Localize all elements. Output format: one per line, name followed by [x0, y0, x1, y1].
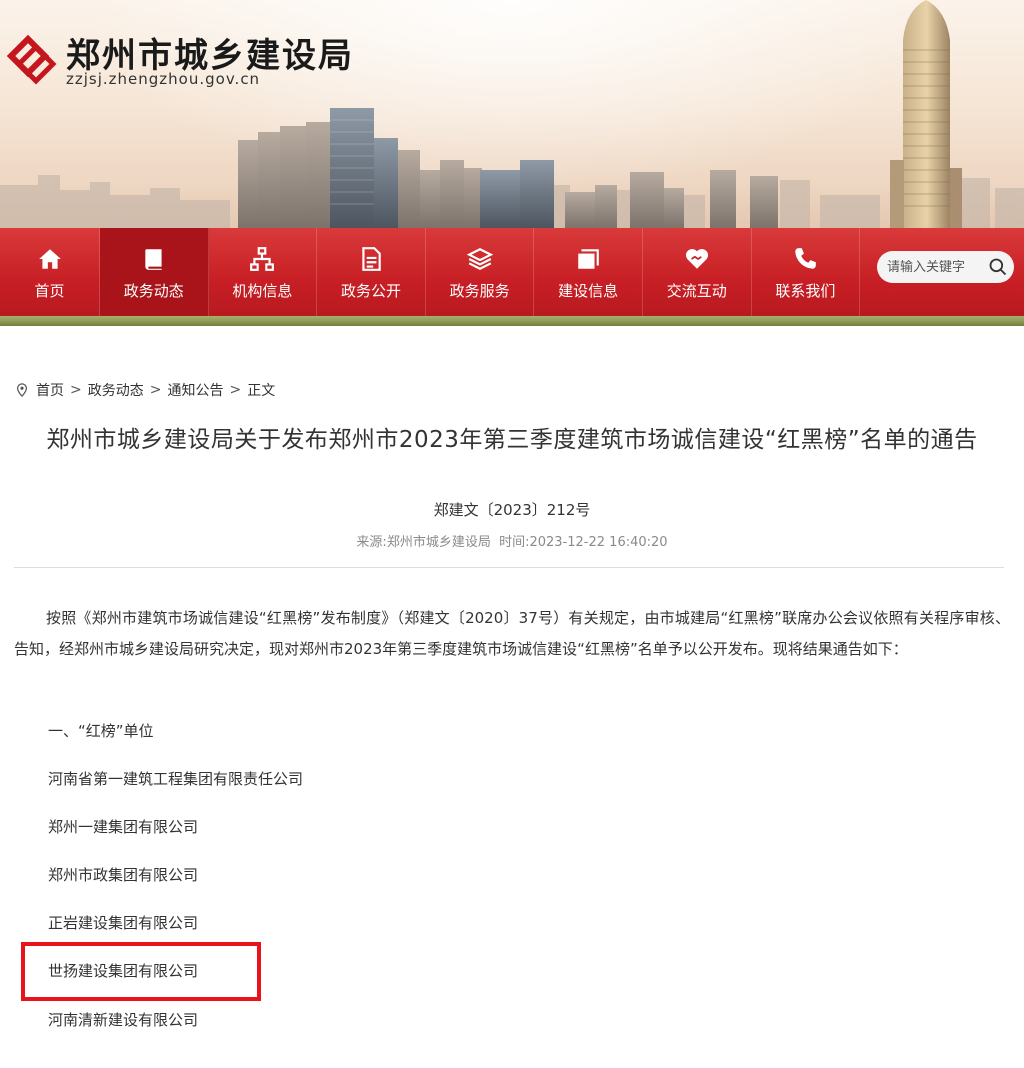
book-icon [139, 244, 169, 274]
article-meta: 来源:郑州市城乡建设局 时间:2023-12-22 16:40:20 [0, 531, 1024, 550]
heart-handshake-icon [682, 244, 712, 274]
highlight-annotation-box [21, 942, 261, 1001]
nav-item-interaction[interactable]: 交流互动 [643, 228, 752, 316]
list-item: 郑州一建集团有限公司 [48, 818, 199, 836]
time-label: 时间: [499, 535, 530, 550]
source-value: 郑州市城乡建设局 [386, 535, 491, 550]
article-title: 郑州市城乡建设局关于发布郑州市2023年第三季度建筑市场诚信建设“红黑榜”名单的… [46, 427, 978, 453]
layers-icon [465, 244, 495, 274]
content-divider [14, 567, 1004, 568]
nav-label: 联系我们 [775, 281, 836, 300]
nav-items: 首页 政务动态 机构信息 政务公开 政务服务 建设信息 交流互动 联系我们 [0, 228, 861, 316]
nav-item-news[interactable]: 政务动态 [100, 228, 209, 316]
list-item: 河南省第一建筑工程集团有限责任公司 [48, 770, 304, 788]
document-number: 郑建文〔2023〕212号 [433, 501, 591, 519]
list-item: 正岩建设集团有限公司 [48, 914, 199, 932]
nav-item-construction-info[interactable]: 建设信息 [534, 228, 643, 316]
banner-grass-strip [0, 316, 1024, 326]
phone-icon [790, 244, 820, 274]
nav-label: 政务动态 [123, 281, 184, 300]
document-icon [356, 244, 386, 274]
breadcrumb-home[interactable]: 首页 [36, 380, 64, 400]
nav-label: 政务服务 [449, 281, 510, 300]
site-domain: zzjsj.zhengzhou.gov.cn [66, 70, 261, 88]
list-item: 河南清新建设有限公司 [48, 1011, 199, 1029]
nav-item-services[interactable]: 政务服务 [426, 228, 535, 316]
search-input[interactable] [887, 259, 983, 275]
breadcrumb: 首页 > 政务动态 > 通知公告 > 正文 [16, 380, 275, 400]
nav-item-disclosure[interactable]: 政务公开 [317, 228, 426, 316]
org-chart-icon [247, 244, 277, 274]
site-banner: 郑州市城乡建设局 zzjsj.zhengzhou.gov.cn [0, 0, 1024, 228]
nav-item-organization[interactable]: 机构信息 [209, 228, 318, 316]
breadcrumb-separator: > [149, 382, 162, 398]
section-heading: 一、“红榜”单位 [48, 722, 154, 740]
nav-item-home[interactable]: 首页 [0, 228, 100, 316]
list-item: 郑州市政集团有限公司 [48, 866, 199, 884]
nav-item-contact[interactable]: 联系我们 [752, 228, 861, 316]
breadcrumb-separator: > [70, 382, 82, 398]
source-label: 来源: [356, 535, 387, 550]
breadcrumb-current: 正文 [247, 383, 276, 399]
logo-diamond-icon [6, 34, 57, 85]
time-value: 2023-12-22 16:40:20 [529, 535, 668, 550]
nav-label: 交流互动 [666, 281, 727, 300]
nav-label: 机构信息 [232, 281, 293, 300]
main-nav: 首页 政务动态 机构信息 政务公开 政务服务 建设信息 交流互动 联系我们 [0, 228, 1024, 316]
nav-label: 建设信息 [558, 281, 619, 300]
home-icon [35, 244, 65, 274]
nav-label: 政务公开 [340, 281, 401, 300]
location-pin-icon [17, 383, 27, 397]
stack-icon [573, 244, 603, 274]
search-box [877, 251, 1014, 283]
nav-label: 首页 [34, 281, 65, 300]
search-icon[interactable] [988, 257, 1008, 277]
breadcrumb-news[interactable]: 政务动态 [88, 380, 144, 400]
site-logo[interactable]: 郑州市城乡建设局 zzjsj.zhengzhou.gov.cn [0, 24, 420, 94]
breadcrumb-separator: > [229, 382, 242, 398]
breadcrumb-notices[interactable]: 通知公告 [167, 380, 223, 400]
intro-paragraph: 按照《郑州市建筑市场诚信建设“红黑榜”发布制度》（郑建文〔2020〕37号）有关… [14, 609, 1010, 658]
